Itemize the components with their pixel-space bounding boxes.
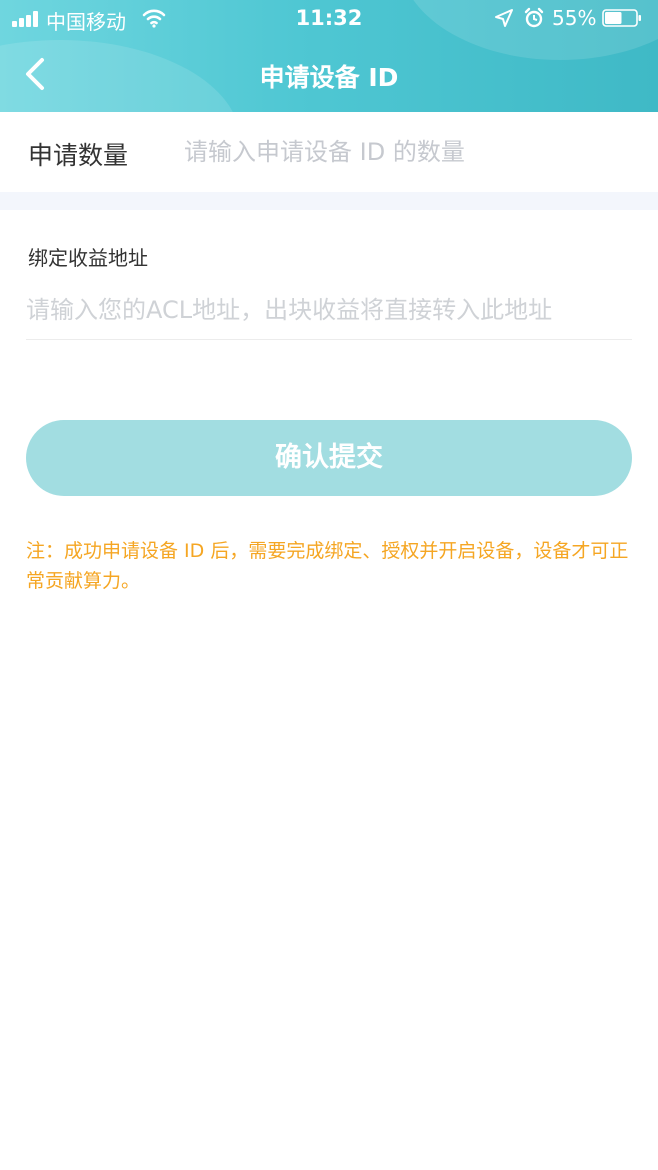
quantity-label: 申请数量 [28,141,129,170]
location-icon [495,9,513,27]
quantity-row: 申请数量 [0,112,658,192]
alarm-icon [524,7,544,28]
page-title: 申请设备 ID [259,63,399,92]
battery-percentage: 55% [552,6,597,30]
status-bar: 中国移动 11:32 55% [0,0,658,38]
input-underline [26,339,632,340]
battery-icon [602,9,641,27]
section-divider [0,192,658,210]
note-text: 注：成功申请设备 ID 后，需要完成绑定、授权并开启设备，设备才可正常贡献算力。 [26,540,629,592]
address-label: 绑定收益地址 [28,246,148,270]
quantity-input[interactable] [184,130,624,174]
address-input[interactable] [26,286,632,334]
submit-button[interactable]: 确认提交 [26,420,632,496]
header: 中国移动 11:32 55% 申请设备 ID [0,0,658,112]
